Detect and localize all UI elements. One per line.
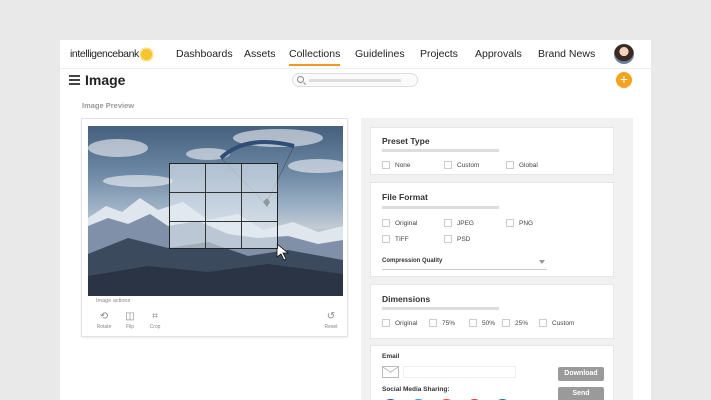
rotate-icon: ⟲ — [99, 311, 109, 322]
dimension-option-75[interactable]: 75% — [429, 319, 455, 327]
preset-option-custom[interactable]: Custom — [444, 161, 479, 169]
preview-image — [88, 126, 343, 296]
checkbox[interactable] — [469, 319, 477, 327]
nav-item-approvals[interactable]: Approvals — [475, 48, 522, 60]
reset-button[interactable]: ↺ Reset — [319, 311, 343, 330]
checkbox[interactable] — [506, 219, 514, 227]
chevron-down-icon — [539, 260, 545, 264]
checkbox[interactable] — [429, 319, 437, 327]
compression-quality-select[interactable]: Compression Quality — [382, 258, 547, 270]
app-window: intelligencebank Dashboards Assets Colle… — [60, 40, 651, 400]
preset-type-title: Preset Type — [382, 136, 430, 146]
flip-label: Flip — [125, 324, 135, 330]
flip-icon: ◫ — [125, 311, 135, 322]
dimension-option-original[interactable]: Original — [382, 319, 417, 327]
format-option-png[interactable]: PNG — [506, 219, 533, 227]
format-option-original[interactable]: Original — [382, 219, 417, 227]
add-button[interactable]: + — [616, 72, 632, 88]
email-input[interactable] — [403, 366, 516, 378]
dimension-option-label: 25% — [515, 319, 529, 327]
dimensions-rule — [382, 307, 499, 310]
checkbox[interactable] — [444, 161, 452, 169]
nav-item-guidelines[interactable]: Guidelines — [355, 48, 405, 60]
format-option-tiff[interactable]: TIFF — [382, 235, 409, 243]
dimension-option-50[interactable]: 50% — [469, 319, 495, 327]
format-option-label: JPEG — [457, 219, 474, 227]
dimension-option-label: Original — [395, 319, 418, 327]
mail-icon — [382, 366, 399, 378]
checkbox[interactable] — [539, 319, 547, 327]
checkbox[interactable] — [382, 319, 390, 327]
checkbox[interactable] — [382, 161, 390, 169]
social-sharing-label: Social Media Sharing: — [382, 386, 450, 393]
download-button[interactable]: Download — [558, 367, 604, 381]
rotate-button[interactable]: ⟲ Rotate — [92, 311, 116, 330]
nav-item-assets[interactable]: Assets — [244, 48, 276, 60]
brand-logo[interactable]: intelligencebank — [70, 48, 152, 60]
checkbox[interactable] — [382, 219, 390, 227]
format-option-label: Original — [395, 219, 418, 227]
send-button[interactable]: Send — [558, 387, 604, 400]
dimension-option-25[interactable]: 25% — [502, 319, 528, 327]
search-input[interactable] — [292, 73, 418, 87]
preset-type-card: Preset Type None Custom Global — [370, 127, 614, 175]
format-option-jpeg[interactable]: JPEG — [444, 219, 474, 227]
reset-icon: ↺ — [326, 311, 336, 322]
checkbox[interactable] — [444, 235, 452, 243]
crop-button[interactable]: ⌗ Crop — [143, 311, 167, 330]
rotate-label: Rotate — [96, 324, 112, 330]
file-format-title: File Format — [382, 192, 428, 202]
dimension-option-custom[interactable]: Custom — [539, 319, 574, 327]
share-card: Email Download Social Media Sharing: Sen… — [370, 345, 614, 400]
dimension-option-label: 75% — [442, 319, 456, 327]
dimensions-title: Dimensions — [382, 294, 431, 304]
email-label: Email — [382, 353, 400, 360]
crop-icon: ⌗ — [152, 311, 158, 322]
reset-label: Reset — [324, 324, 338, 330]
preset-type-rule — [382, 149, 499, 152]
preset-option-label: Custom — [457, 161, 480, 169]
search-placeholder — [309, 79, 401, 82]
crop-label: Crop — [149, 324, 161, 330]
sun-logo-icon — [140, 48, 152, 60]
checkbox[interactable] — [502, 319, 510, 327]
hamburger-menu-icon[interactable] — [69, 75, 80, 85]
preset-option-label: None — [395, 161, 411, 169]
checkbox[interactable] — [444, 219, 452, 227]
file-format-card: File Format Original JPEG PNG TIFF PSD C… — [370, 182, 614, 277]
image-preview-label: Image Preview — [82, 101, 135, 110]
checkbox[interactable] — [382, 235, 390, 243]
preset-option-none[interactable]: None — [382, 161, 411, 169]
dimension-option-label: 50% — [482, 319, 496, 327]
format-option-psd[interactable]: PSD — [444, 235, 470, 243]
brand-logo-text: intelligencebank — [70, 48, 139, 60]
top-navigation: intelligencebank Dashboards Assets Colle… — [60, 40, 651, 69]
flip-button[interactable]: ◫ Flip — [118, 311, 142, 330]
search-icon — [297, 76, 304, 83]
preset-option-label: Global — [519, 161, 538, 169]
dimension-option-label: Custom — [552, 319, 575, 327]
nav-item-projects[interactable]: Projects — [420, 48, 458, 60]
nav-item-dashboards[interactable]: Dashboards — [176, 48, 233, 60]
image-actions-label: Image actions — [96, 298, 131, 304]
format-option-label: TIFF — [395, 235, 409, 243]
image-preview-card: Image actions ⟲ Rotate ◫ Flip ⌗ Crop ↺ R… — [81, 118, 348, 337]
page-title: Image — [85, 72, 126, 88]
nav-item-collections[interactable]: Collections — [289, 48, 341, 66]
preset-option-global[interactable]: Global — [506, 161, 538, 169]
checkbox[interactable] — [506, 161, 514, 169]
user-avatar[interactable] — [614, 44, 634, 64]
compression-quality-label: Compression Quality — [382, 258, 443, 264]
settings-panel: Preset Type None Custom Global File Form… — [361, 118, 633, 400]
file-format-rule — [382, 206, 499, 209]
nav-item-brand-news[interactable]: Brand News — [538, 48, 595, 60]
format-option-label: PNG — [519, 219, 534, 227]
dimensions-card: Dimensions Original 75% 50% 25% Custom — [370, 284, 614, 339]
page-header: Image + — [60, 70, 651, 94]
format-option-label: PSD — [457, 235, 471, 243]
crop-selection[interactable] — [169, 163, 278, 249]
